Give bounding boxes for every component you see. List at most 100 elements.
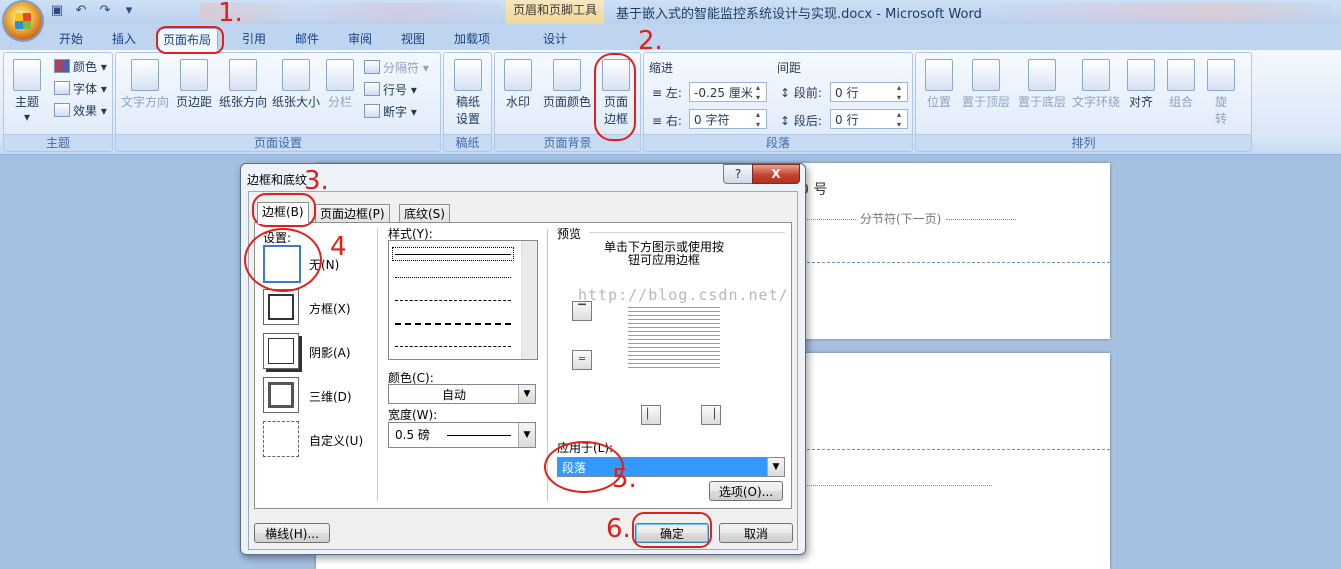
preview-label: 预览 bbox=[557, 227, 582, 241]
color-value: 自动 bbox=[441, 388, 466, 402]
style-solid[interactable] bbox=[395, 254, 511, 255]
orientation-button[interactable]: 纸张方向 bbox=[217, 59, 269, 110]
section-break-line-right bbox=[946, 219, 1016, 220]
group-label-theme: 主题 bbox=[4, 134, 112, 151]
tab-design[interactable]: 设计 bbox=[537, 28, 573, 50]
fonts-icon bbox=[54, 81, 70, 95]
color-dropdown-icon[interactable]: ▼ bbox=[518, 385, 535, 403]
style-list[interactable] bbox=[388, 240, 538, 360]
cancel-button[interactable]: 取消 bbox=[719, 523, 793, 543]
text-direction-button[interactable]: 文字方向 bbox=[120, 59, 170, 110]
qat-menu-icon[interactable]: ▾ bbox=[120, 3, 138, 19]
options-button[interactable]: 选项(O)... bbox=[709, 481, 783, 501]
columns-button[interactable]: 分栏 bbox=[324, 59, 356, 110]
group-button[interactable]: 组合 bbox=[1164, 59, 1198, 110]
tab-borders[interactable]: 边框(B) bbox=[257, 202, 309, 224]
office-button[interactable] bbox=[4, 2, 42, 40]
width-dropdown-icon[interactable]: ▼ bbox=[518, 423, 535, 447]
width-value: 0.5 磅 bbox=[395, 428, 430, 442]
style-dash-dot[interactable] bbox=[395, 346, 511, 347]
setting-shadow[interactable]: 阴影(A) bbox=[309, 344, 351, 361]
breaks-icon bbox=[364, 60, 380, 74]
breaks-button[interactable]: 分隔符 ▾ bbox=[364, 59, 429, 76]
apply-dropdown-icon[interactable]: ▼ bbox=[767, 458, 784, 476]
margins-button[interactable]: 页边距 bbox=[174, 59, 214, 110]
indent-right-input[interactable]: 0 字符 bbox=[689, 109, 767, 130]
color-select[interactable]: 自动 ▼ bbox=[388, 384, 536, 404]
effects-label: 效果 bbox=[73, 104, 98, 118]
undo-icon[interactable]: ↶ bbox=[72, 3, 90, 19]
width-select[interactable]: 0.5 磅 ▼ bbox=[388, 422, 536, 448]
spacing-after-input[interactable]: 0 行 bbox=[830, 109, 908, 130]
border-left-button[interactable]: ▏ bbox=[641, 405, 661, 425]
setting-custom-icon[interactable] bbox=[263, 421, 299, 457]
annotation-4: 4 bbox=[330, 232, 347, 262]
orientation-label: 纸张方向 bbox=[218, 95, 267, 109]
margins-label: 页边距 bbox=[175, 95, 212, 109]
colors-icon bbox=[54, 59, 70, 73]
horizontal-line-button[interactable]: 横线(H)... bbox=[254, 523, 330, 543]
theme-colors-button[interactable]: 颜色 ▾ bbox=[54, 58, 107, 75]
size-button[interactable]: 纸张大小 bbox=[270, 59, 322, 110]
watermark-button[interactable]: 水印 bbox=[501, 59, 535, 110]
tab-insert[interactable]: 插入 bbox=[106, 28, 142, 50]
indent-left-input[interactable]: -0.25 厘米 bbox=[689, 82, 767, 103]
help-button[interactable]: ? bbox=[723, 164, 753, 184]
setting-box[interactable]: 方框(X) bbox=[309, 300, 351, 317]
group-label-paragraph: 段落 bbox=[644, 134, 912, 151]
send-back-button[interactable]: 置于底层 bbox=[1016, 59, 1068, 110]
style-dashed[interactable] bbox=[395, 323, 511, 325]
tab-mailings[interactable]: 邮件 bbox=[289, 28, 325, 50]
theme-icon bbox=[13, 59, 41, 91]
align-button[interactable]: 对齐 bbox=[1124, 59, 1158, 110]
redo-icon[interactable]: ↷ bbox=[96, 3, 114, 19]
position-label: 位置 bbox=[926, 95, 951, 109]
line-numbers-button[interactable]: 行号 ▾ bbox=[364, 81, 417, 98]
border-top-button[interactable]: ▔ bbox=[572, 301, 592, 321]
border-inside-h-button[interactable]: ═ bbox=[572, 350, 592, 370]
spacing-label: 间距 bbox=[777, 61, 802, 75]
annotation-5: 5. bbox=[612, 464, 637, 494]
tab-shading[interactable]: 底纹(S) bbox=[399, 204, 450, 223]
tab-home[interactable]: 开始 bbox=[53, 28, 89, 50]
annotation-circle-4 bbox=[244, 228, 322, 292]
position-button[interactable]: 位置 bbox=[922, 59, 956, 110]
bring-front-button[interactable]: 置于顶层 bbox=[960, 59, 1012, 110]
theme-fonts-button[interactable]: 字体 ▾ bbox=[54, 80, 107, 97]
save-icon[interactable]: ▣ bbox=[48, 3, 66, 19]
theme-button[interactable]: 主题 ▾ bbox=[10, 59, 44, 124]
hyphenation-button[interactable]: 断字 ▾ bbox=[364, 103, 417, 120]
spacing-before-input[interactable]: 0 行 bbox=[830, 82, 908, 103]
annotation-circle-2 bbox=[594, 53, 636, 141]
border-right-button[interactable]: ▕ bbox=[701, 405, 721, 425]
size-icon bbox=[282, 59, 310, 91]
tab-page-borders[interactable]: 页面边框(P) bbox=[315, 204, 390, 223]
taskbar-blur-right bbox=[1000, 3, 1330, 21]
effects-icon bbox=[54, 103, 70, 117]
draft-setup-button[interactable]: 稿纸设置 bbox=[450, 59, 486, 127]
watermark-label: 水印 bbox=[505, 95, 530, 109]
preview-paragraph-lines[interactable] bbox=[628, 304, 720, 370]
tab-addins[interactable]: 加载项 bbox=[448, 28, 496, 50]
tab-references[interactable]: 引用 bbox=[236, 28, 272, 50]
annotation-6: 6. bbox=[606, 514, 631, 544]
style-dotted[interactable] bbox=[395, 277, 511, 278]
theme-effects-button[interactable]: 效果 ▾ bbox=[54, 102, 107, 119]
style-scrollbar[interactable] bbox=[521, 241, 537, 359]
text-wrap-icon bbox=[1082, 59, 1110, 91]
setting-shadow-icon[interactable] bbox=[263, 333, 299, 369]
style-dashed-small[interactable] bbox=[395, 300, 511, 301]
rotate-icon bbox=[1207, 59, 1235, 91]
setting-box-icon[interactable] bbox=[263, 289, 299, 325]
text-direction-icon bbox=[131, 59, 159, 91]
rotate-button[interactable]: 旋转 bbox=[1204, 59, 1238, 127]
tab-review[interactable]: 审阅 bbox=[342, 28, 378, 50]
setting-custom[interactable]: 自定义(U) bbox=[309, 432, 363, 449]
setting-3d-icon[interactable] bbox=[263, 377, 299, 413]
spacing-before-label: ↕ 段前: bbox=[780, 86, 822, 100]
close-button[interactable]: X bbox=[752, 164, 800, 184]
text-wrap-button[interactable]: 文字环绕 bbox=[1070, 59, 1122, 110]
tab-view[interactable]: 视图 bbox=[395, 28, 431, 50]
page-color-button[interactable]: 页面颜色 bbox=[539, 59, 595, 110]
setting-3d[interactable]: 三维(D) bbox=[309, 388, 352, 405]
